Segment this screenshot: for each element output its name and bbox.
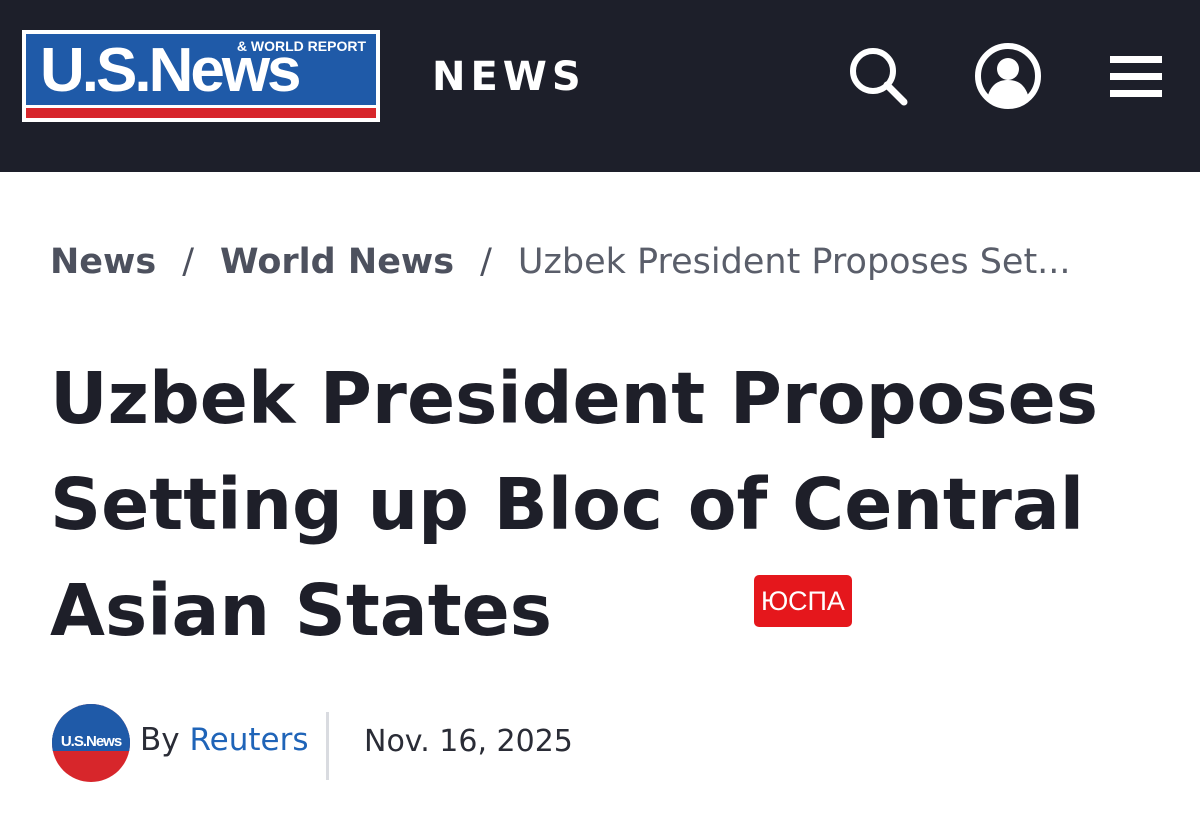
menu-icon [1110, 56, 1162, 97]
article-title: Uzbek President Proposes Setting up Bloc… [50, 357, 1098, 652]
section-title[interactable]: NEWS [432, 54, 586, 100]
search-icon [850, 48, 908, 106]
publish-date: Nov. 16, 2025 [364, 724, 573, 759]
logo-wordmark: U.S.News [40, 36, 302, 105]
watermark-badge: ЮСПА [754, 575, 852, 627]
breadcrumb-current: Uzbek President Proposes Set... [517, 242, 1071, 282]
search-button[interactable] [842, 40, 914, 112]
account-icon [975, 43, 1041, 109]
logo-red-stripe [26, 105, 376, 118]
author-avatar: U.S.News [52, 704, 130, 782]
site-header: & WORLD REPORT U.S.News NEWS [0, 0, 1200, 172]
usnews-logo[interactable]: & WORLD REPORT U.S.News [22, 30, 380, 122]
menu-button[interactable] [1100, 40, 1172, 112]
account-button[interactable] [972, 40, 1044, 112]
byline: By Reuters [140, 722, 308, 758]
breadcrumb-news[interactable]: News [50, 242, 156, 282]
author-link[interactable]: Reuters [189, 722, 308, 758]
breadcrumb-world-news[interactable]: World News [220, 242, 454, 282]
breadcrumb-separator: / [480, 242, 492, 282]
byline-divider [326, 712, 329, 780]
logo-emblem: & WORLD REPORT U.S.News [26, 34, 376, 118]
breadcrumb-separator: / [182, 242, 194, 282]
breadcrumb: News / World News / Uzbek President Prop… [50, 238, 1071, 286]
avatar-logo-text: U.S.News [52, 733, 130, 751]
byline-prefix: By [140, 722, 180, 758]
